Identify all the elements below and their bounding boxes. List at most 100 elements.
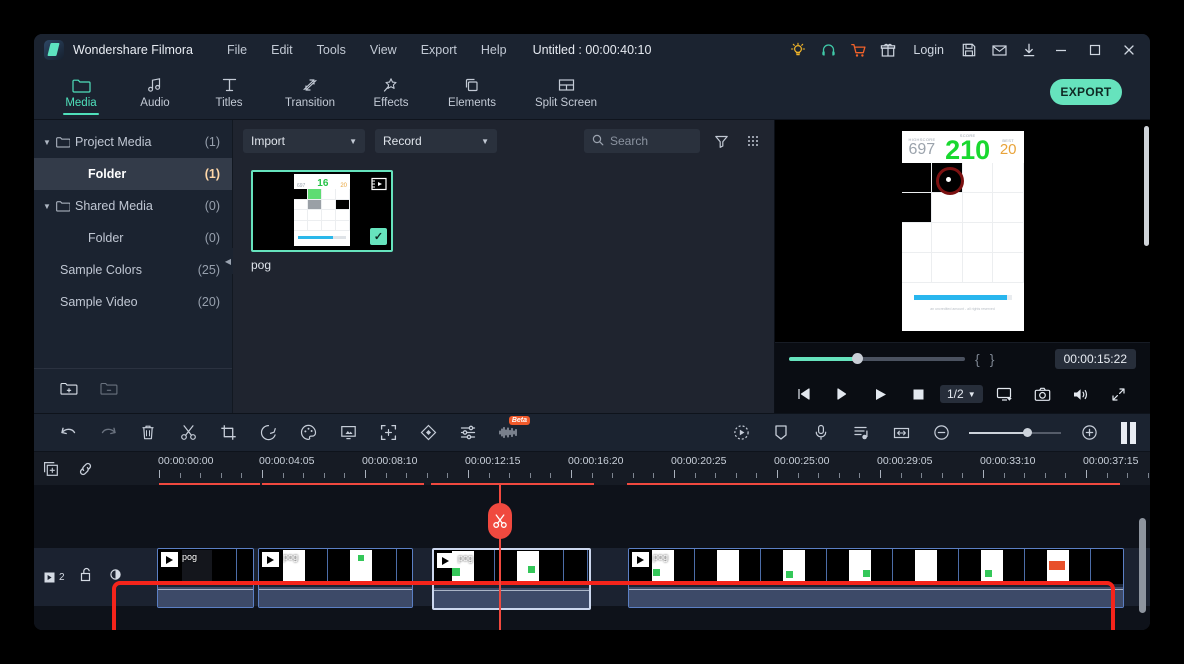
remove-folder-icon[interactable] (100, 381, 118, 401)
green-screen-icon[interactable] (328, 414, 368, 451)
chevron-down-icon[interactable]: ▼ (40, 202, 54, 211)
maximize-icon[interactable] (1078, 34, 1112, 66)
unlock-icon[interactable] (80, 567, 93, 587)
media-thumbnail[interactable]: 697 16 20 (251, 170, 393, 252)
split-scissors-icon[interactable] (168, 414, 208, 451)
sidebar-item-label: Sample Video (54, 295, 198, 309)
undo-icon[interactable] (48, 414, 88, 451)
speed-selector[interactable]: 1/2 ▼ (940, 385, 983, 403)
mark-out-button[interactable]: } (990, 351, 995, 367)
gift-icon[interactable] (873, 34, 903, 66)
tab-media[interactable]: Media (44, 66, 118, 119)
timeline-clip-selected[interactable]: pog (432, 548, 591, 610)
playhead[interactable] (499, 485, 501, 630)
marker-icon[interactable] (761, 414, 801, 451)
clip-play-icon[interactable] (262, 552, 279, 567)
download-icon[interactable] (1014, 34, 1044, 66)
chevron-down-icon[interactable]: ▼ (40, 138, 54, 147)
menu-item-file[interactable]: File (215, 39, 259, 61)
audio-mixer-icon[interactable] (841, 414, 881, 451)
tab-titles[interactable]: Titles (192, 66, 266, 119)
screen-icon[interactable] (986, 375, 1024, 413)
fullscreen-icon[interactable] (1100, 375, 1138, 413)
clip-play-icon[interactable] (632, 552, 649, 567)
menu-item-help[interactable]: Help (469, 39, 519, 61)
redo-icon[interactable] (88, 414, 128, 451)
minimize-icon[interactable] (1044, 34, 1078, 66)
preview-seek-slider[interactable] (789, 357, 965, 361)
stop-icon[interactable] (899, 375, 937, 413)
speed-icon[interactable] (248, 414, 288, 451)
timeline-clip[interactable]: pog (628, 548, 1124, 608)
sidebar-item-folder-project[interactable]: Folder (1) (34, 158, 232, 190)
zoom-in-icon[interactable] (1069, 414, 1109, 451)
sidebar-item-sample-video[interactable]: Sample Video (20) (34, 286, 232, 318)
ruler-tick (509, 473, 510, 478)
import-dropdown[interactable]: Import ▼ (243, 129, 365, 153)
export-button[interactable]: EXPORT (1050, 79, 1122, 105)
collapse-left-icon[interactable]: ◀ (223, 248, 233, 274)
sidebar-item-project-media[interactable]: ▼ Project Media (1) (34, 126, 232, 158)
filter-icon[interactable] (710, 130, 732, 152)
grid-view-icon[interactable] (742, 130, 764, 152)
ruler-tick (592, 473, 593, 478)
timeline-clip[interactable]: pog (157, 548, 254, 608)
record-voiceover-icon[interactable] (801, 414, 841, 451)
add-track-icon[interactable] (34, 452, 68, 485)
media-browser-toolbar: Import ▼ Record ▼ Search (233, 126, 774, 156)
cart-icon[interactable] (843, 34, 873, 66)
menu-item-tools[interactable]: Tools (305, 39, 358, 61)
menu-item-export[interactable]: Export (409, 39, 469, 61)
render-preview-icon[interactable] (721, 414, 761, 451)
color-palette-icon[interactable] (288, 414, 328, 451)
sidebar-item-shared-media[interactable]: ▼ Shared Media (0) (34, 190, 232, 222)
tab-split-screen[interactable]: Split Screen (516, 66, 616, 119)
menu-bar[interactable]: File Edit Tools View Export Help (215, 39, 519, 61)
sidebar-item-sample-colors[interactable]: Sample Colors (25) (34, 254, 232, 286)
sidebar-item-folder-shared[interactable]: Folder (0) (34, 222, 232, 254)
zoom-slider[interactable] (969, 432, 1061, 434)
lightbulb-icon[interactable] (783, 34, 813, 66)
link-icon[interactable] (68, 452, 102, 485)
timeline-clip[interactable]: pog (258, 548, 413, 608)
record-dropdown[interactable]: Record ▼ (375, 129, 497, 153)
delete-icon[interactable] (128, 414, 168, 451)
fit-timeline-icon[interactable] (881, 414, 921, 451)
preview-scrollbar[interactable] (1144, 126, 1149, 246)
login-button[interactable]: Login (903, 43, 954, 57)
audio-waveform-icon[interactable]: Beta (488, 414, 528, 451)
media-item-pog[interactable]: 697 16 20 (251, 170, 391, 272)
tab-elements[interactable]: Elements (428, 66, 516, 119)
prev-frame-icon[interactable] (785, 375, 823, 413)
volume-icon[interactable] (1062, 375, 1100, 413)
scissors-icon[interactable] (488, 503, 512, 539)
timeline-ruler[interactable]: 00:00:00:00 00:00:04:05 00:00:08:10 00:0… (157, 452, 1150, 485)
crop-icon[interactable] (208, 414, 248, 451)
search-input[interactable]: Search (584, 129, 700, 153)
clip-play-icon[interactable] (437, 553, 454, 568)
adjust-sliders-icon[interactable] (448, 414, 488, 451)
close-icon[interactable] (1112, 34, 1146, 66)
mail-icon[interactable] (984, 34, 1014, 66)
next-frame-icon[interactable] (823, 375, 861, 413)
pause-bars-icon[interactable] (1121, 422, 1136, 444)
media-checkbox[interactable]: ✓ (370, 228, 387, 245)
menu-item-view[interactable]: View (358, 39, 409, 61)
tab-audio[interactable]: Audio (118, 66, 192, 119)
menu-item-edit[interactable]: Edit (259, 39, 305, 61)
keyframe-icon[interactable] (408, 414, 448, 451)
headset-icon[interactable] (813, 34, 843, 66)
play-icon[interactable] (861, 375, 899, 413)
clip-play-icon[interactable] (161, 552, 178, 567)
new-folder-icon[interactable] (60, 381, 78, 401)
zoom-out-icon[interactable] (921, 414, 961, 451)
tab-effects[interactable]: Effects (354, 66, 428, 119)
eye-icon[interactable] (108, 568, 123, 586)
mark-in-button[interactable]: { (975, 351, 980, 367)
save-icon[interactable] (954, 34, 984, 66)
crop-to-fit-icon[interactable] (368, 414, 408, 451)
tab-transition[interactable]: Transition (266, 66, 354, 119)
timeline-vertical-scrollbar[interactable] (1139, 518, 1146, 613)
snapshot-icon[interactable] (1024, 375, 1062, 413)
ruler-tick (1086, 470, 1087, 478)
